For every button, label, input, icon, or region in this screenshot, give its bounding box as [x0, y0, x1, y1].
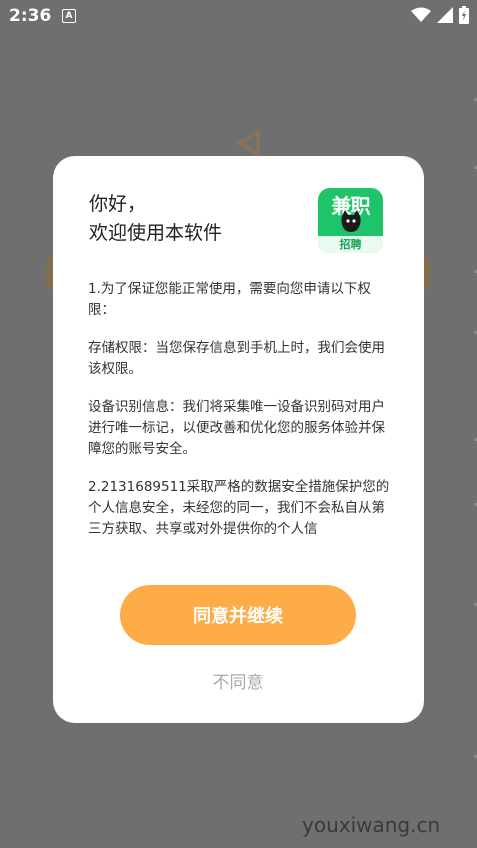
logo-sub-text: 招聘 — [318, 236, 383, 253]
greeting-line-2: 欢迎使用本软件 — [89, 222, 223, 244]
paragraph-2: 存储权限：当您保存信息到手机上时，我们会使用该权限。 — [88, 340, 385, 377]
notification-a-icon: A — [62, 9, 76, 23]
status-icons — [411, 6, 469, 24]
paragraph-4: 2.2131689511采取严格的数据安全措施保护您的个人信息安全，未经您的同一… — [88, 479, 390, 537]
disagree-button[interactable]: 不同意 — [188, 664, 288, 696]
cat-icon — [341, 210, 361, 232]
wifi-icon — [411, 7, 431, 22]
agree-continue-button[interactable]: 同意并继续 — [120, 585, 356, 645]
greeting-heading: 你好， 欢迎使用本软件 — [89, 190, 222, 248]
background-triangle-icon — [236, 130, 260, 156]
status-bar: 2:36 A — [0, 0, 477, 32]
signal-icon — [437, 7, 453, 23]
permission-text[interactable]: 1.为了保证您能正常使用，需要向您申请以下权限： 存储权限：当您保存信息到手机上… — [88, 279, 390, 547]
app-logo: 兼职 招聘 — [318, 188, 383, 253]
paragraph-3: 设备识别信息：我们将采集唯一设备识别码对用户进行唯一标记，以便改善和优化您的服务… — [88, 399, 385, 457]
status-time: 2:36 — [9, 6, 52, 26]
battery-icon — [459, 6, 469, 24]
greeting-line-1: 你好， — [89, 193, 147, 215]
watermark: youxiwang.cn — [302, 813, 441, 837]
permission-dialog: 你好， 欢迎使用本软件 兼职 招聘 1.为了保证您能正常使用，需要向您申请以下权… — [53, 156, 424, 723]
paragraph-1: 1.为了保证您能正常使用，需要向您申请以下权限： — [88, 281, 371, 318]
